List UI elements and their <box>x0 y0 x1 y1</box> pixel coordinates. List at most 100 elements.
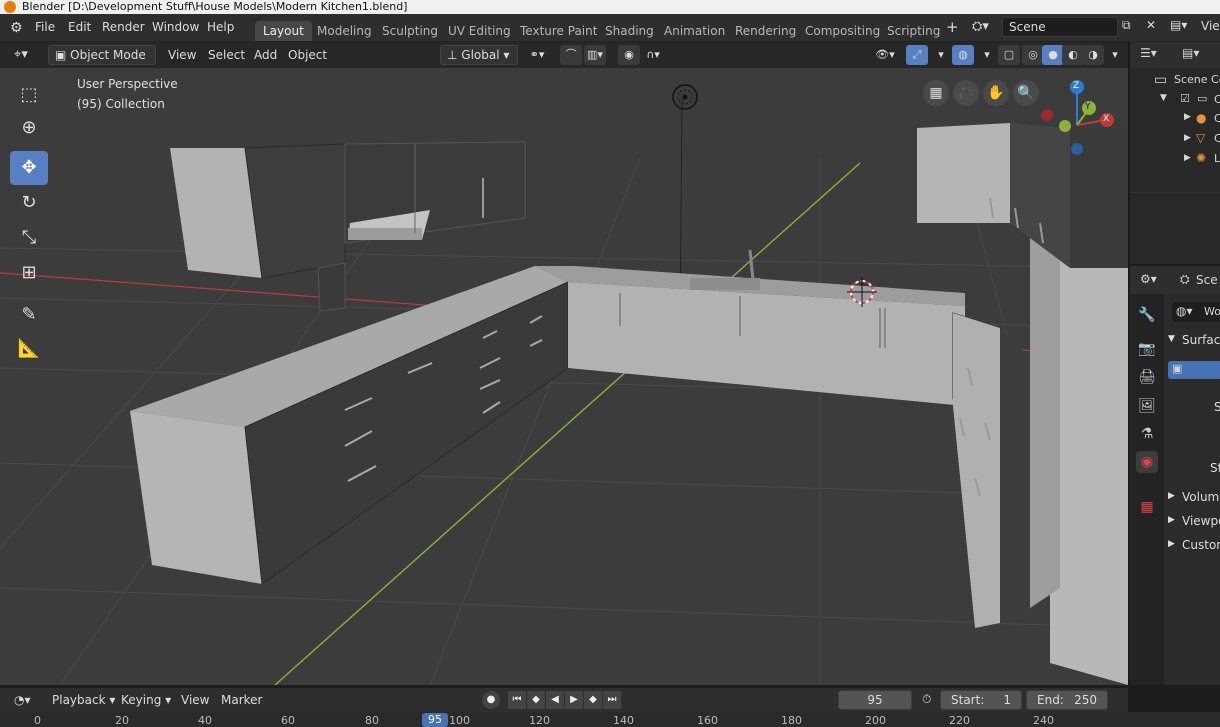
transform-tool-icon[interactable]: ⊞ <box>10 256 48 290</box>
start-frame-field[interactable]: Start: 1 <box>940 690 1022 710</box>
visibility-icon[interactable]: 👁▾ <box>874 45 896 65</box>
output-tab-icon[interactable]: 🖨 <box>1136 366 1158 388</box>
next-keyframe-icon[interactable]: ◆ <box>584 691 602 709</box>
orientation-selector[interactable]: ⊥ Global ▾ <box>440 45 518 65</box>
menu-file[interactable]: File <box>35 20 55 34</box>
viewport-display-panel-header[interactable]: Viewpo <box>1182 514 1220 528</box>
surface-shader-selector[interactable]: ▣ <box>1168 361 1220 379</box>
annotate-tool-icon[interactable]: ✎ <box>10 298 48 332</box>
menu-add[interactable]: Add <box>248 45 283 65</box>
falloff-icon[interactable]: ∩▾ <box>642 45 664 65</box>
solid-shading-icon[interactable]: ● <box>1042 45 1064 65</box>
new-scene-icon[interactable]: ⧉ <box>1122 18 1131 33</box>
material-shading-icon[interactable]: ◐ <box>1062 45 1084 65</box>
3d-viewport[interactable]: Z X Y User Perspective (95) Collection ⬚… <box>0 68 1128 685</box>
overlay-toggle-icon[interactable]: ◍ <box>952 45 974 65</box>
add-workspace-icon[interactable]: + <box>946 18 959 36</box>
rendered-shading-icon[interactable]: ◑ <box>1082 45 1104 65</box>
view-layer-tab-icon[interactable]: 🖼 <box>1136 395 1158 417</box>
move-tool-icon[interactable]: ✥ <box>10 151 48 185</box>
scene-tab-icon[interactable]: ⚗ <box>1136 423 1158 445</box>
tab-texture-paint[interactable]: Texture Paint <box>512 21 605 41</box>
world-selector[interactable]: ◍▾ Wo <box>1172 302 1220 322</box>
menu-edit[interactable]: Edit <box>68 20 91 34</box>
camera-view-icon[interactable]: 🎥 <box>953 80 979 106</box>
wireframe-shading-icon[interactable]: ◎ <box>1022 45 1044 65</box>
measure-tool-icon[interactable]: 📐 <box>10 332 48 366</box>
snap-target-icon[interactable]: ▥▾ <box>584 45 606 65</box>
jump-start-icon[interactable]: ⏮ <box>508 691 526 709</box>
view-layer-label[interactable]: Vie <box>1201 19 1220 33</box>
tab-uv-editing[interactable]: UV Editing <box>440 21 519 41</box>
record-icon[interactable]: ● <box>482 691 500 709</box>
tab-rendering[interactable]: Rendering <box>727 21 804 41</box>
gizmo-toggle-icon[interactable]: ⤢ <box>906 45 928 65</box>
current-frame-field[interactable]: 95 <box>838 690 912 710</box>
preview-range-icon[interactable]: ⏱ <box>916 689 937 709</box>
prev-keyframe-icon[interactable]: ◆ <box>527 691 545 709</box>
mode-selector[interactable]: ▣ Object Mode ▾ <box>48 45 156 80</box>
custom-props-panel-header[interactable]: Custom <box>1182 538 1220 552</box>
pivot-icon[interactable]: ⚭▾ <box>526 45 548 65</box>
tab-animation[interactable]: Animation <box>656 21 733 41</box>
timeline-menu-playback[interactable]: Playback ▾ <box>46 690 121 710</box>
pan-view-icon[interactable]: ✋ <box>983 80 1009 106</box>
outliner-editor-icon[interactable]: ☰▾ <box>1140 46 1157 60</box>
checkbox-icon[interactable]: ☑ <box>1180 92 1190 105</box>
select-box-tool-icon[interactable]: ⬚ <box>10 78 48 112</box>
scale-tool-icon[interactable]: ⤡ <box>10 221 48 255</box>
menu-select[interactable]: Select <box>202 45 251 65</box>
outliner-item-collection[interactable]: C <box>1214 93 1220 106</box>
gizmo-dropdown-icon[interactable]: ▾ <box>930 45 952 65</box>
collapse-arrow-icon[interactable]: ▼ <box>1160 93 1167 103</box>
surface-collapse-icon[interactable]: ▼ <box>1168 334 1175 344</box>
menu-view[interactable]: View <box>162 45 202 65</box>
menu-object[interactable]: Object <box>282 45 333 65</box>
view-layer-icon[interactable]: ▤▾ <box>1170 18 1187 32</box>
tool-tab-icon[interactable]: 🔧 <box>1136 304 1158 326</box>
play-icon[interactable]: ▶ <box>565 691 583 709</box>
display-mode-icon[interactable]: ▤▾ <box>1182 46 1199 60</box>
delete-scene-icon[interactable]: ✕ <box>1146 18 1156 32</box>
xray-toggle-icon[interactable]: ▢ <box>998 45 1020 65</box>
proportional-edit-icon[interactable]: ◉ <box>618 45 640 65</box>
blender-menu-icon[interactable]: ⚙ <box>10 20 23 36</box>
outliner-item-camera[interactable]: C <box>1214 112 1220 125</box>
expand-arrow-icon[interactable]: ▶ <box>1184 153 1191 163</box>
scene-collection-label[interactable]: Scene Co <box>1174 73 1220 86</box>
overlay-dropdown-icon[interactable]: ▾ <box>976 45 998 65</box>
outliner-item-cone[interactable]: C <box>1214 132 1220 145</box>
tab-shading[interactable]: Shading <box>597 21 662 41</box>
timeline-menu-marker[interactable]: Marker <box>215 690 268 710</box>
viewport-expand-icon[interactable]: ▶ <box>1168 515 1175 525</box>
cursor-tool-icon[interactable]: ⊕ <box>10 111 48 145</box>
timeline-editor-icon[interactable]: ◔▾ <box>8 690 37 710</box>
zoom-view-icon[interactable]: 🔍 <box>1013 80 1039 106</box>
snap-toggle-icon[interactable]: ⌒ <box>560 45 582 65</box>
volume-expand-icon[interactable]: ▶ <box>1168 491 1175 501</box>
properties-editor-icon[interactable]: ⚙▾ <box>1140 272 1157 286</box>
scene-selector-icon[interactable]: ⛭▾ <box>972 19 989 34</box>
end-frame-field[interactable]: End: 250 <box>1026 690 1108 710</box>
menu-help[interactable]: Help <box>207 20 234 34</box>
timeline-menu-keying[interactable]: Keying ▾ <box>115 690 177 710</box>
custom-expand-icon[interactable]: ▶ <box>1168 539 1175 549</box>
editor-type-icon[interactable]: ⌖▾ <box>8 45 34 65</box>
menu-window[interactable]: Window <box>152 20 199 34</box>
scene-name-field[interactable]: Scene <box>1002 17 1118 37</box>
timeline-menu-view[interactable]: View <box>175 690 215 710</box>
play-reverse-icon[interactable]: ◀ <box>546 691 564 709</box>
frame-ruler[interactable]: 0 20 40 60 80 100 120 140 160 180 200 22… <box>0 712 1220 727</box>
jump-end-icon[interactable]: ⏭ <box>603 691 621 709</box>
shading-dropdown-icon[interactable]: ▾ <box>1104 45 1126 65</box>
rotate-tool-icon[interactable]: ↻ <box>10 186 48 220</box>
tab-compositing[interactable]: Compositing <box>797 21 888 41</box>
render-tab-icon[interactable]: 📷 <box>1136 338 1158 360</box>
surface-panel-header[interactable]: Surface <box>1182 333 1220 347</box>
tab-sculpting[interactable]: Sculpting <box>374 21 446 41</box>
volume-panel-header[interactable]: Volume <box>1182 490 1220 504</box>
outliner-item-light[interactable]: L <box>1214 152 1220 165</box>
tab-layout[interactable]: Layout <box>255 21 312 41</box>
expand-arrow-icon[interactable]: ▶ <box>1184 133 1191 143</box>
toggle-ortho-icon[interactable]: ▦ <box>923 80 949 106</box>
